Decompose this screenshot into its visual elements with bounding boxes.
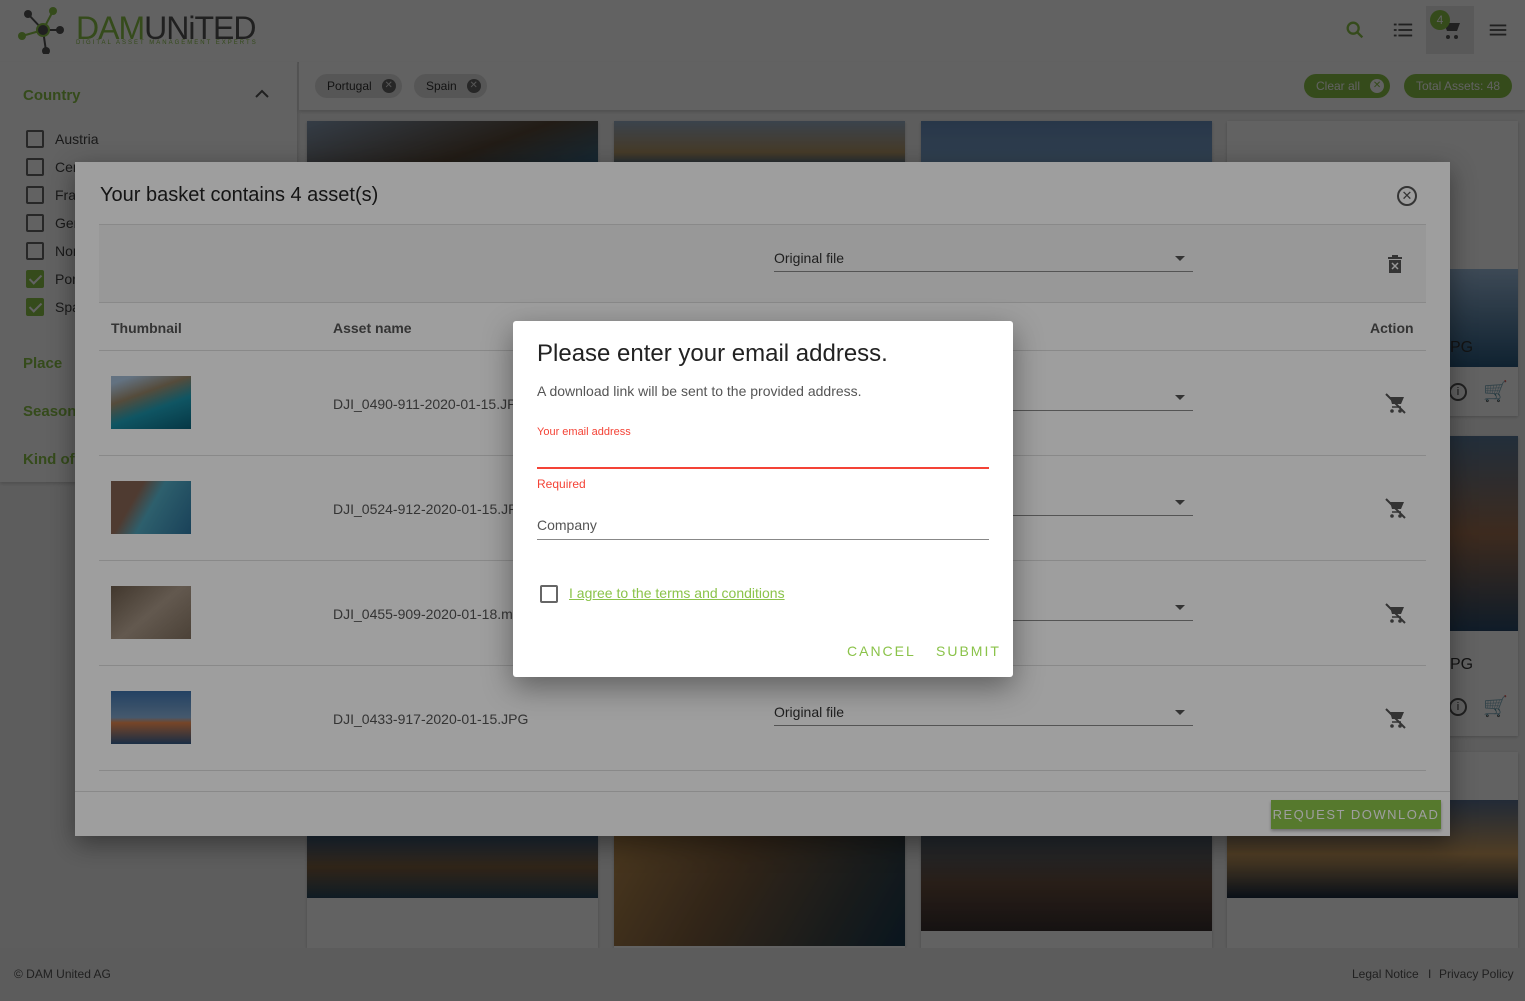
terms-checkbox[interactable] <box>540 585 558 603</box>
email-error: Required <box>537 477 586 491</box>
submit-button[interactable]: SUBMIT <box>936 643 1001 659</box>
email-field[interactable] <box>537 441 989 469</box>
dialog-subtitle: A download link will be sent to the prov… <box>537 383 862 399</box>
email-dialog: Please enter your email address. A downl… <box>513 321 1013 677</box>
email-label: Your email address <box>537 426 631 438</box>
cancel-button[interactable]: CANCEL <box>847 643 916 659</box>
dialog-title: Please enter your email address. <box>537 340 888 367</box>
company-field[interactable] <box>537 511 989 540</box>
terms-link[interactable]: I agree to the terms and conditions <box>569 585 785 601</box>
